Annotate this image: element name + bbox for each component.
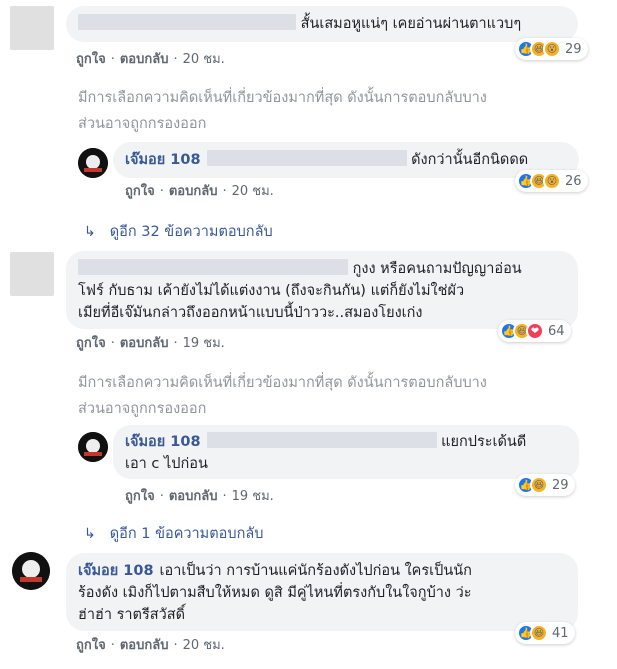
view-more-replies-link[interactable]: ↳ ดูอีก 32 ข้อความตอบกลับ (84, 220, 273, 243)
reply-button[interactable]: ตอบกลับ (120, 52, 169, 67)
timestamp[interactable]: 20 ชม. (183, 638, 225, 653)
reaction-count: 26 (565, 173, 582, 189)
comment-text: ร้องดัง เมิงก็ไปตามสืบให้หมด ดูสิ มีคู่ไ… (78, 585, 472, 601)
reply-button[interactable]: ตอบกลับ (169, 489, 218, 504)
comment-bubble: กูงง หรือคนถามปัญญาอ่อน โฟร์ กับธาม เค้า… (66, 251, 578, 329)
reaction-count: 29 (565, 41, 582, 57)
wow-reaction-icon: 😮 (543, 172, 561, 190)
comment-text: เอาเป็นว่า การบ้านแค่นักร้องดังไปก่อน ใค… (159, 563, 472, 579)
comment-actions: ถูกใจ · ตอบกลับ · 19 ชม. (76, 336, 225, 351)
reaction-count: 41 (552, 625, 569, 641)
wow-reaction-icon: 😮 (543, 40, 561, 58)
avatar[interactable] (10, 252, 54, 296)
reply-bubble: เจ๊มอย 108 แยกประเด้นดี เอา c ไปก่อน (113, 425, 579, 479)
reply-button[interactable]: ตอบกลับ (120, 638, 169, 653)
reaction-summary[interactable]: 👍 😆 😮 29 (515, 38, 588, 60)
redacted-name (78, 14, 296, 30)
love-reaction-icon: ❤ (526, 322, 544, 340)
filter-note: มีการเลือกความคิดเห็นที่เกี่ยวข้องมากที่… (78, 375, 487, 417)
like-button[interactable]: ถูกใจ (76, 52, 106, 67)
timestamp[interactable]: 19 ชม. (183, 336, 225, 351)
like-button[interactable]: ถูกใจ (76, 336, 106, 351)
timestamp[interactable]: 20 ชม. (183, 52, 225, 67)
comment-bubble: สั้นเสมอหูแน่ๆ เคยอ่านผ่านตาแวบๆ (66, 6, 578, 42)
avatar[interactable] (10, 6, 54, 50)
avatar[interactable] (78, 148, 108, 178)
like-button[interactable]: ถูกใจ (125, 489, 155, 504)
like-button[interactable]: ถูกใจ (125, 184, 155, 199)
redacted-name (206, 150, 407, 166)
comment-text: ดังกว่านั้นอีกนิดดด (411, 152, 529, 168)
comment-text: เอา c ไปก่อน (125, 456, 208, 472)
timestamp[interactable]: 20 ชม. (232, 184, 274, 199)
timestamp[interactable]: 19 ชม. (232, 489, 274, 504)
reply-button[interactable]: ตอบกลับ (169, 184, 218, 199)
avatar[interactable] (78, 432, 108, 462)
comment-bubble: เจ๊มอย 108 เอาเป็นว่า การบ้านแค่นักร้องดั… (66, 553, 578, 631)
reaction-count: 29 (552, 477, 569, 493)
reaction-count: 64 (548, 323, 565, 339)
comment-text: เมียที่อีเจ๊มันกล่าวถึงออกหน้าแบบนี้ป่าว… (78, 305, 423, 321)
comment-text: ฮ่าฮ่า ราตรีสวัสดิ์ (78, 607, 185, 623)
comment-text: โฟร์ กับธาม เค้ายังไม่ได้แต่งงาน (ถึงจะก… (78, 283, 465, 299)
arrow-return-icon: ↳ (84, 525, 96, 542)
avatar[interactable] (12, 552, 50, 590)
author-name[interactable]: เจ๊มอย 108 (125, 152, 201, 168)
comment-text: สั้นเสมอหูแน่ๆ เคยอ่านผ่านตาแวบๆ (300, 16, 522, 32)
redacted-name (206, 432, 437, 448)
view-more-replies-link[interactable]: ↳ ดูอีก 1 ข้อความตอบกลับ (84, 522, 263, 545)
haha-reaction-icon: 😆 (530, 476, 548, 494)
reply-bubble: เจ๊มอย 108 ดังกว่านั้นอีกนิดดด (113, 142, 579, 178)
reaction-summary[interactable]: 👍 😆 ❤ 64 (498, 320, 571, 342)
reaction-summary[interactable]: 👍 😆 41 (515, 622, 575, 644)
arrow-return-icon: ↳ (84, 223, 96, 240)
comment-text: แยกประเด้นดี (441, 434, 527, 450)
reply-button[interactable]: ตอบกลับ (120, 336, 169, 351)
comment-actions: ถูกใจ · ตอบกลับ · 20 ชม. (76, 52, 225, 67)
comment-text: กูงง หรือคนถามปัญญาอ่อน (352, 261, 522, 277)
like-button[interactable]: ถูกใจ (76, 638, 106, 653)
haha-reaction-icon: 😆 (530, 624, 548, 642)
reaction-summary[interactable]: 👍 😆 😮 26 (515, 170, 588, 192)
author-name[interactable]: เจ๊มอย 108 (125, 434, 201, 450)
comment-actions: ถูกใจ · ตอบกลับ · 19 ชม. (125, 489, 274, 504)
filter-note: มีการเลือกความคิดเห็นที่เกี่ยวข้องมากที่… (78, 90, 487, 132)
author-name[interactable]: เจ๊มอย 108 (78, 563, 154, 579)
redacted-name (78, 259, 348, 275)
reaction-summary[interactable]: 👍 😆 29 (515, 474, 575, 496)
comment-actions: ถูกใจ · ตอบกลับ · 20 ชม. (125, 184, 274, 199)
comment-thread: สั้นเสมอหูแน่ๆ เคยอ่านผ่านตาแวบๆ 👍 😆 😮 2… (0, 0, 617, 669)
comment-actions: ถูกใจ · ตอบกลับ · 20 ชม. (76, 638, 225, 653)
